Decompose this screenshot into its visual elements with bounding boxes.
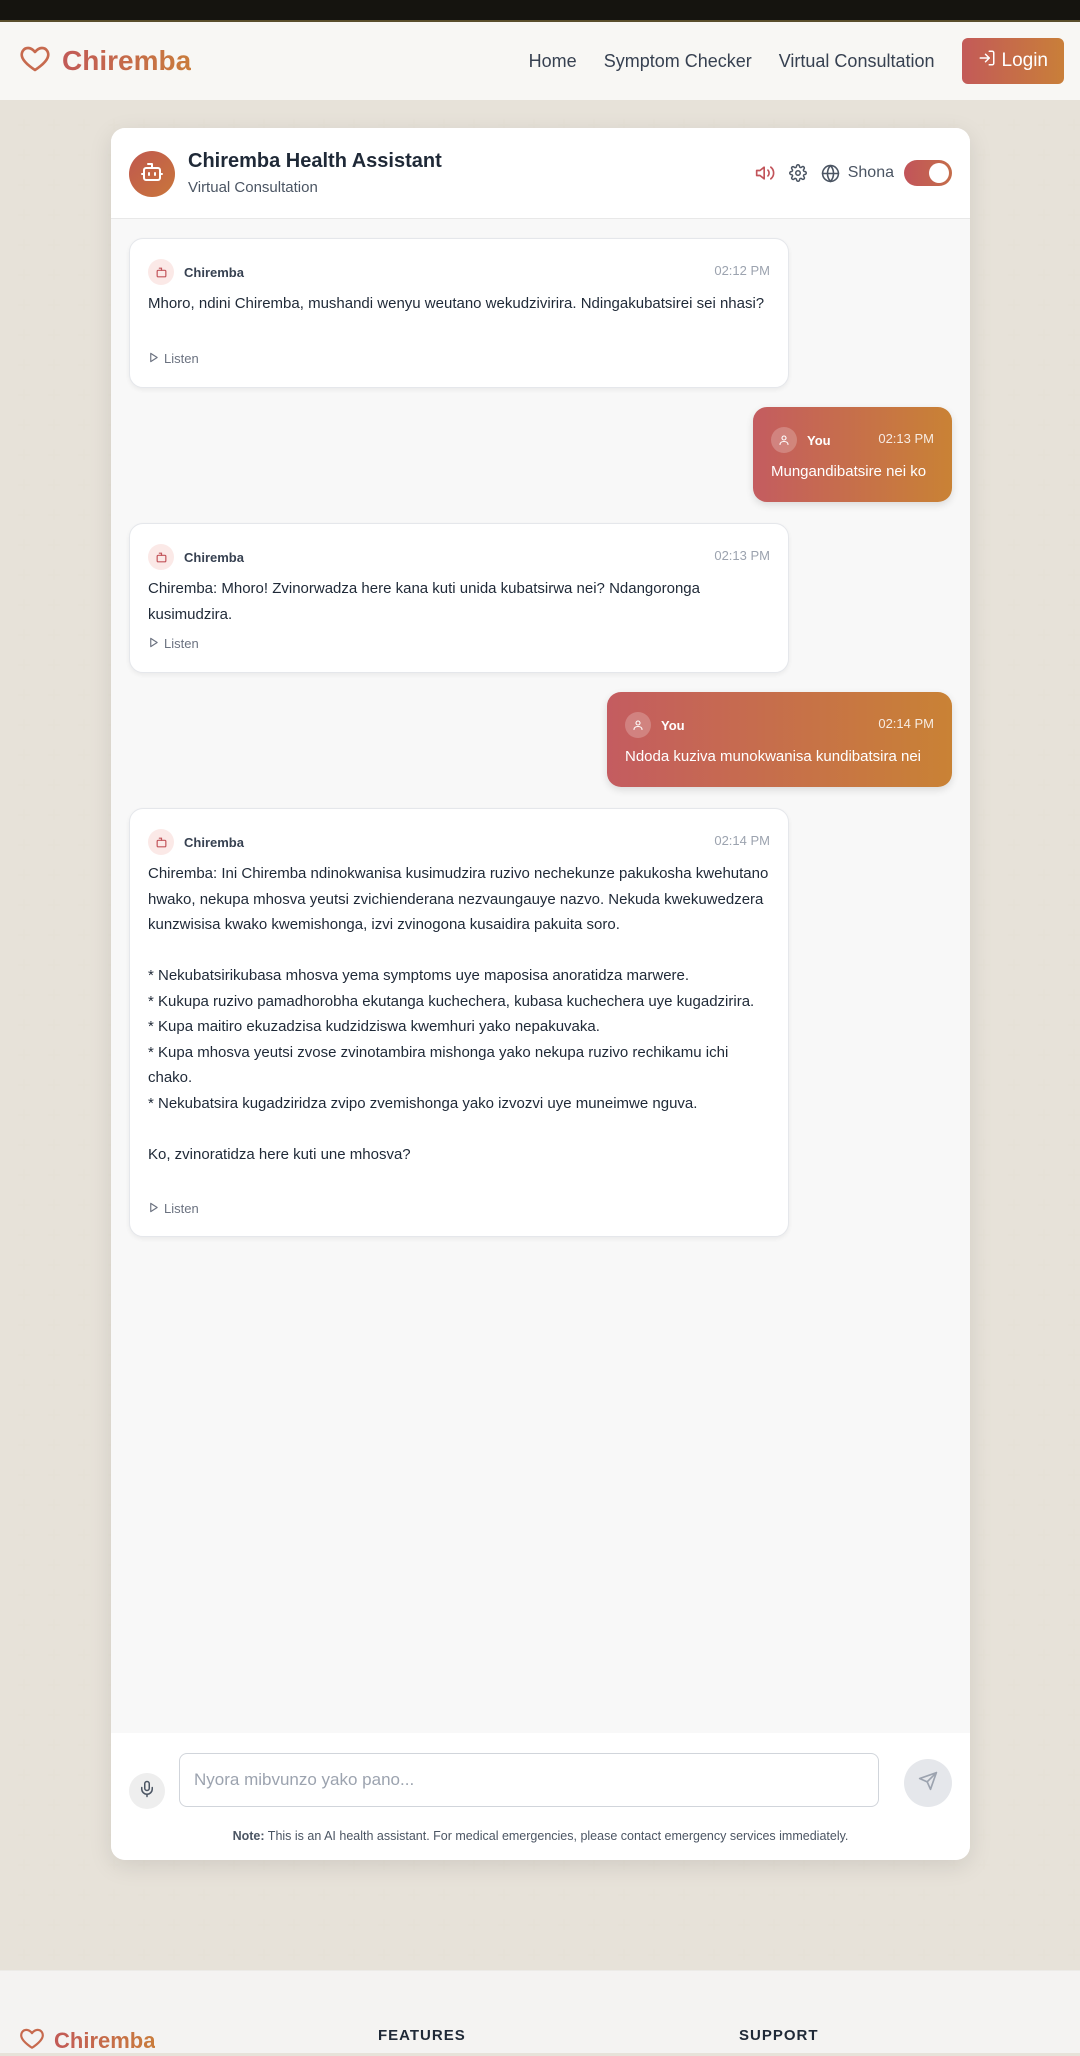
login-icon [978,49,996,73]
message-time: 02:14 PM [714,833,770,848]
chat-subtitle: Virtual Consultation [188,179,318,196]
listen-button[interactable]: Listen [148,1201,199,1216]
bot-mini-avatar [148,259,174,285]
message-sender: You [661,717,685,733]
bot-message: Chiremba 02:14 PM Chiremba: Ini Chiremba… [129,808,789,1237]
heart-icon [18,2025,46,2056]
message-time: 02:12 PM [714,263,770,278]
message-time: 02:13 PM [714,548,770,563]
bot-mini-avatar [148,544,174,570]
footer-brand[interactable]: Chiremba [18,2025,155,2056]
user-message: You 02:14 PM Ndoda kuziva munokwanisa ku… [607,692,952,787]
message-text: Ndoda kuziva munokwanisa kundibatsira ne… [625,748,922,765]
send-icon [918,1771,938,1796]
chat-header: Chiremba Health Assistant Virtual Consul… [111,128,970,219]
listen-button[interactable]: Listen [148,351,199,366]
top-navigation: Chiremba Home Symptom Checker Virtual Co… [0,22,1080,100]
toggle-knob [929,163,949,183]
browser-top-strip [0,0,1080,22]
bot-icon [140,160,164,189]
message-sender: Chiremba [184,834,244,850]
note-label: Note: [232,1829,265,1843]
play-icon [148,636,159,651]
play-icon [148,351,159,366]
microphone-button[interactable] [129,1773,165,1809]
language-toggle[interactable] [904,160,952,186]
chat-card: Chiremba Health Assistant Virtual Consul… [111,128,970,1860]
heart-icon [18,42,52,79]
nav-link-home[interactable]: Home [529,51,577,72]
message-text: Mhoro, ndini Chiremba, mushandi wenyu we… [148,295,765,312]
login-button[interactable]: Login [961,38,1064,84]
message-sender: Chiremba [184,264,244,280]
user-mini-avatar [771,427,797,453]
note-text: This is an AI health assistant. For medi… [264,1829,849,1843]
brand-name: Chiremba [62,44,192,76]
listen-button[interactable]: Listen [148,636,199,651]
listen-label: Listen [164,1201,199,1216]
chat-input-area: Note: This is an AI health assistant. Fo… [111,1733,970,1860]
message-time: 02:14 PM [878,716,934,731]
listen-label: Listen [164,351,199,366]
footer-features-heading: FEATURES [378,2027,466,2044]
user-message: You 02:13 PM Mungandibatsire nei ko [753,407,952,502]
nav-link-symptom-checker[interactable]: Symptom Checker [604,51,752,72]
login-label: Login [1001,50,1049,71]
message-text: Mungandibatsire nei ko [771,463,927,480]
listen-label: Listen [164,636,199,651]
nav-link-virtual-consultation[interactable]: Virtual Consultation [779,51,935,72]
chat-title: Chiremba Health Assistant [188,150,442,172]
footer: Chiremba FEATURES SUPPORT [0,1970,1080,2053]
bot-message: Chiremba 02:12 PM Mhoro, ndini Chiremba,… [129,238,789,388]
footer-support-heading: SUPPORT [739,2027,819,2044]
play-icon [148,1201,159,1216]
bot-avatar [129,151,175,197]
microphone-icon [138,1780,156,1803]
send-button[interactable] [904,1759,952,1807]
message-sender: You [807,432,831,448]
message-text: Chiremba: Mhoro! Zvinorwadza here kana k… [148,580,705,623]
bot-mini-avatar [148,829,174,855]
globe-icon [821,164,840,183]
speaker-icon[interactable] [755,163,775,183]
bot-message: Chiremba 02:13 PM Chiremba: Mhoro! Zvino… [129,523,789,673]
brand-logo-link[interactable]: Chiremba [18,42,191,79]
footer-brand-name: Chiremba [54,2027,156,2053]
user-mini-avatar [625,712,651,738]
message-input[interactable] [179,1753,879,1807]
language-label: Shona [847,164,894,181]
message-text: Chiremba: Ini Chiremba ndinokwanisa kusi… [148,865,769,1163]
disclaimer-note: Note: This is an AI health assistant. Fo… [111,1829,970,1843]
message-sender: Chiremba [184,549,244,565]
settings-gear-icon[interactable] [788,164,807,182]
message-time: 02:13 PM [878,431,934,446]
